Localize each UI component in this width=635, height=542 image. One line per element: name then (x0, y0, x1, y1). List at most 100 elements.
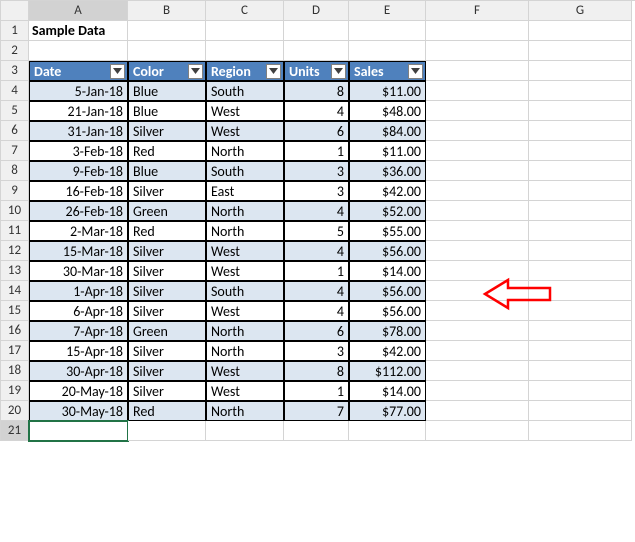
table-cell-date[interactable]: 1-Apr-18 (29, 281, 128, 301)
table-cell-color[interactable]: Blue (128, 161, 206, 181)
filter-dropdown-icon[interactable] (331, 64, 346, 79)
cell-F11[interactable] (426, 221, 529, 241)
table-cell-color[interactable]: Green (128, 321, 206, 341)
row-header-11[interactable]: 11 (1, 221, 29, 241)
cell-E1[interactable] (349, 21, 426, 41)
table-cell-date[interactable]: 6-Apr-18 (29, 301, 128, 321)
table-cell-sales[interactable]: $14.00 (349, 261, 426, 281)
cell-G20[interactable] (529, 401, 632, 421)
cell-G21[interactable] (529, 421, 632, 441)
row-header-12[interactable]: 12 (1, 241, 29, 261)
table-cell-sales[interactable]: $55.00 (349, 221, 426, 241)
table-cell-units[interactable]: 6 (284, 321, 349, 341)
table-cell-date[interactable]: 15-Mar-18 (29, 241, 128, 261)
table-cell-region[interactable]: South (206, 81, 284, 101)
table-cell-units[interactable]: 4 (284, 241, 349, 261)
table-cell-sales[interactable]: $42.00 (349, 181, 426, 201)
table-cell-units[interactable]: 6 (284, 121, 349, 141)
table-cell-units[interactable]: 3 (284, 161, 349, 181)
table-cell-region[interactable]: North (206, 401, 284, 421)
col-header-B[interactable]: B (128, 1, 206, 21)
table-cell-sales[interactable]: $52.00 (349, 201, 426, 221)
row-header-18[interactable]: 18 (1, 361, 29, 381)
table-cell-color[interactable]: Silver (128, 181, 206, 201)
cell-F14[interactable] (426, 281, 529, 301)
table-header-region[interactable]: Region (206, 61, 284, 81)
table-cell-region[interactable]: West (206, 121, 284, 141)
table-cell-color[interactable]: Red (128, 221, 206, 241)
table-cell-color[interactable]: Silver (128, 241, 206, 261)
table-cell-color[interactable]: Silver (128, 261, 206, 281)
table-cell-region[interactable]: West (206, 301, 284, 321)
cell-F7[interactable] (426, 141, 529, 161)
table-cell-region[interactable]: West (206, 241, 284, 261)
row-header-8[interactable]: 8 (1, 161, 29, 181)
table-cell-sales[interactable]: $36.00 (349, 161, 426, 181)
cell-C2[interactable] (206, 41, 284, 61)
row-header-14[interactable]: 14 (1, 281, 29, 301)
cell-F12[interactable] (426, 241, 529, 261)
cell-F9[interactable] (426, 181, 529, 201)
table-cell-units[interactable]: 5 (284, 221, 349, 241)
row-header-7[interactable]: 7 (1, 141, 29, 161)
table-cell-region[interactable]: West (206, 361, 284, 381)
cell-F1[interactable] (426, 21, 529, 41)
row-header-2[interactable]: 2 (1, 41, 29, 61)
table-cell-color[interactable]: Silver (128, 361, 206, 381)
cell-G18[interactable] (529, 361, 632, 381)
cell-F16[interactable] (426, 321, 529, 341)
table-cell-date[interactable]: 20-May-18 (29, 381, 128, 401)
cell-G9[interactable] (529, 181, 632, 201)
cell-G8[interactable] (529, 161, 632, 181)
filter-dropdown-icon[interactable] (110, 64, 125, 79)
table-cell-region[interactable]: West (206, 261, 284, 281)
cell-F18[interactable] (426, 361, 529, 381)
cell-F20[interactable] (426, 401, 529, 421)
table-cell-units[interactable]: 8 (284, 361, 349, 381)
cell-G16[interactable] (529, 321, 632, 341)
col-header-D[interactable]: D (284, 1, 349, 21)
table-cell-color[interactable]: Red (128, 141, 206, 161)
cell-A21[interactable] (29, 421, 128, 441)
table-cell-date[interactable]: 30-Apr-18 (29, 361, 128, 381)
table-cell-units[interactable]: 4 (284, 301, 349, 321)
table-cell-units[interactable]: 1 (284, 141, 349, 161)
table-cell-region[interactable]: North (206, 201, 284, 221)
table-cell-sales[interactable]: $56.00 (349, 281, 426, 301)
table-cell-date[interactable]: 5-Jan-18 (29, 81, 128, 101)
row-header-20[interactable]: 20 (1, 401, 29, 421)
cell-F5[interactable] (426, 101, 529, 121)
cell-F17[interactable] (426, 341, 529, 361)
cell-F2[interactable] (426, 41, 529, 61)
table-cell-sales[interactable]: $11.00 (349, 141, 426, 161)
cell-E2[interactable] (349, 41, 426, 61)
table-header-sales[interactable]: Sales (349, 61, 426, 81)
row-header-19[interactable]: 19 (1, 381, 29, 401)
table-cell-sales[interactable]: $48.00 (349, 101, 426, 121)
table-cell-date[interactable]: 30-May-18 (29, 401, 128, 421)
row-header-16[interactable]: 16 (1, 321, 29, 341)
table-cell-sales[interactable]: $56.00 (349, 241, 426, 261)
table-cell-color[interactable]: Silver (128, 381, 206, 401)
cell-F19[interactable] (426, 381, 529, 401)
table-cell-sales[interactable]: $112.00 (349, 361, 426, 381)
cell-G2[interactable] (529, 41, 632, 61)
table-cell-region[interactable]: South (206, 161, 284, 181)
table-cell-sales[interactable]: $78.00 (349, 321, 426, 341)
table-cell-date[interactable]: 3-Feb-18 (29, 141, 128, 161)
table-cell-region[interactable]: West (206, 381, 284, 401)
table-cell-sales[interactable]: $14.00 (349, 381, 426, 401)
table-cell-date[interactable]: 9-Feb-18 (29, 161, 128, 181)
table-cell-date[interactable]: 7-Apr-18 (29, 321, 128, 341)
cell-F3[interactable] (426, 61, 529, 81)
table-cell-units[interactable]: 3 (284, 341, 349, 361)
cell-F10[interactable] (426, 201, 529, 221)
table-cell-units[interactable]: 4 (284, 201, 349, 221)
table-cell-date[interactable]: 26-Feb-18 (29, 201, 128, 221)
cell-G14[interactable] (529, 281, 632, 301)
table-cell-date[interactable]: 21-Jan-18 (29, 101, 128, 121)
table-cell-sales[interactable]: $11.00 (349, 81, 426, 101)
cell-G10[interactable] (529, 201, 632, 221)
select-all-corner[interactable] (1, 1, 29, 21)
row-header-1[interactable]: 1 (1, 21, 29, 41)
